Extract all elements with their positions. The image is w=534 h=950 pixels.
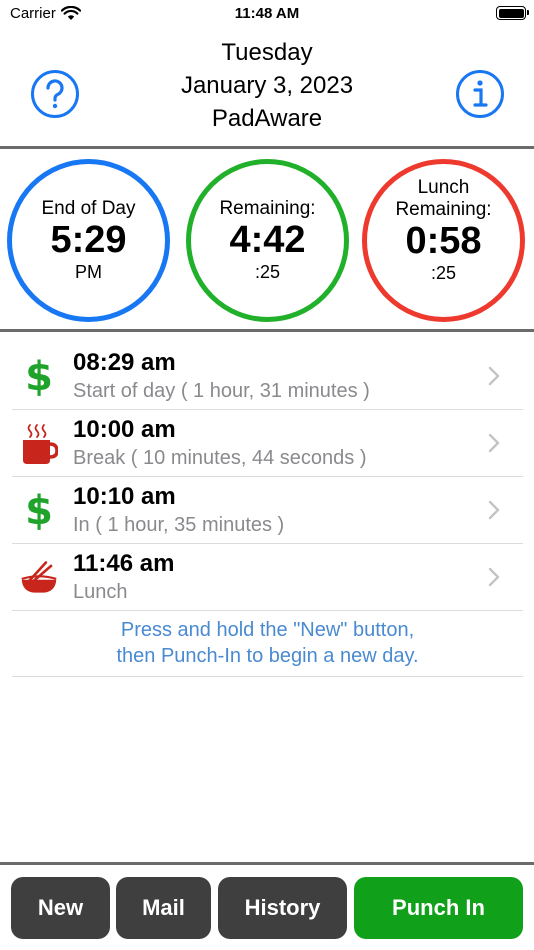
app-name: PadAware xyxy=(211,105,323,132)
entry-time: 11:46 am xyxy=(73,550,175,577)
question-circle-icon xyxy=(31,70,79,118)
lunch-remaining-label-2: Remaining: xyxy=(395,199,492,220)
summary-gauges: End of Day 5:29 PM Remaining: 4:42 :25 L… xyxy=(0,156,534,326)
info-button[interactable] xyxy=(455,69,505,119)
new-day-hint: Press and hold the "New" button, then Pu… xyxy=(12,611,523,677)
end-of-day-gauge[interactable]: End of Day 5:29 PM xyxy=(7,159,170,322)
entry-time: 08:29 am xyxy=(73,349,176,376)
coffee-mug-icon xyxy=(20,422,58,466)
list-item[interactable]: $ 10:10 am In ( 1 hour, 35 minutes ) xyxy=(12,477,523,544)
chevron-right-icon xyxy=(488,433,500,453)
entry-description: Lunch xyxy=(73,581,128,603)
punch-in-button[interactable]: Punch In xyxy=(354,877,523,939)
list-item[interactable]: $ 08:29 am Start of day ( 1 hour, 31 min… xyxy=(12,343,523,410)
dollar-icon: $ xyxy=(25,488,53,534)
header: Tuesday January 3, 2023 PadAware xyxy=(0,36,534,146)
chevron-right-icon xyxy=(488,567,500,587)
entry-time: 10:10 am xyxy=(73,483,176,510)
header-day: Tuesday xyxy=(221,39,313,66)
entry-time: 10:00 am xyxy=(73,416,176,443)
header-date: January 3, 2023 xyxy=(180,72,354,99)
lunch-remaining-label-1: Lunch xyxy=(417,177,470,198)
lunch-bowl-icon xyxy=(20,556,58,600)
dollar-icon: $ xyxy=(25,354,53,400)
help-button[interactable] xyxy=(30,69,80,119)
history-button[interactable]: History xyxy=(218,877,347,939)
new-button[interactable]: New xyxy=(11,877,110,939)
lunch-remaining-seconds: :25 xyxy=(430,263,457,283)
status-time: 11:48 AM xyxy=(234,5,300,22)
toolbar-divider xyxy=(0,862,534,865)
entry-description: In ( 1 hour, 35 minutes ) xyxy=(73,514,285,536)
punch-list: $ 08:29 am Start of day ( 1 hour, 31 min… xyxy=(12,343,523,677)
mail-button[interactable]: Mail xyxy=(116,877,211,939)
bottom-toolbar: New Mail History Punch In xyxy=(0,877,534,941)
remaining-label: Remaining: xyxy=(219,198,316,219)
end-of-day-period: PM xyxy=(75,262,102,282)
remaining-value: 4:42 xyxy=(229,219,306,261)
end-of-day-value: 5:29 xyxy=(50,219,127,261)
lunch-remaining-gauge[interactable]: Lunch Remaining: 0:58 :25 xyxy=(362,159,525,322)
chevron-right-icon xyxy=(488,366,500,386)
hint-line-2: then Punch-In to begin a new day. xyxy=(116,645,419,667)
battery-icon xyxy=(496,6,529,20)
hint-line-1: Press and hold the "New" button, xyxy=(120,619,415,641)
gauges-divider xyxy=(0,329,534,332)
entry-description: Break ( 10 minutes, 44 seconds ) xyxy=(73,447,367,469)
list-item[interactable]: 11:46 am Lunch xyxy=(12,544,523,611)
remaining-gauge[interactable]: Remaining: 4:42 :25 xyxy=(186,159,349,322)
remaining-seconds: :25 xyxy=(254,262,281,282)
status-bar: Carrier 11:48 AM xyxy=(0,0,534,30)
info-circle-icon xyxy=(456,70,504,118)
header-title-block: Tuesday January 3, 2023 PadAware xyxy=(0,36,534,135)
end-of-day-label: End of Day xyxy=(41,198,136,219)
header-divider xyxy=(0,146,534,149)
list-item[interactable]: 10:00 am Break ( 10 minutes, 44 seconds … xyxy=(12,410,523,477)
chevron-right-icon xyxy=(488,500,500,520)
lunch-remaining-value: 0:58 xyxy=(405,220,482,262)
entry-description: Start of day ( 1 hour, 31 minutes ) xyxy=(73,380,370,402)
